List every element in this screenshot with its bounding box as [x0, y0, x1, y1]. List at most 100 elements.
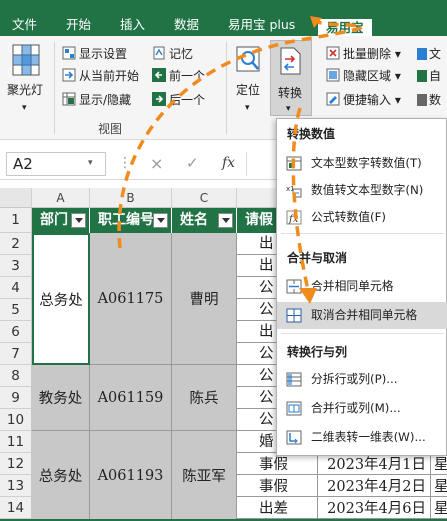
merged-cell-name[interactable]: 曹明 — [172, 233, 237, 365]
prev-button[interactable]: 前一个 — [152, 68, 205, 84]
filter-dropdown-icon[interactable] — [218, 213, 233, 228]
weekday-cell[interactable]: 星 — [431, 497, 447, 519]
select-all-corner[interactable] — [0, 188, 32, 208]
row-header[interactable]: 10 — [0, 409, 32, 431]
row-header[interactable]: 7 — [0, 343, 32, 365]
spotlight-chevron-icon[interactable]: ▾ — [22, 100, 27, 116]
text-tool-button[interactable]: 文 — [417, 46, 441, 62]
spotlight-icon[interactable] — [12, 44, 40, 76]
column-header-c[interactable]: C — [172, 188, 237, 208]
number-tool-button[interactable]: 数 — [417, 92, 441, 108]
row-header[interactable]: 8 — [0, 365, 32, 387]
tab-insert[interactable]: 插入 — [120, 17, 145, 33]
leave-cell[interactable]: 出 — [237, 255, 277, 277]
date-cell[interactable]: 2023年4月2日 — [318, 475, 431, 497]
row-header[interactable]: 6 — [0, 321, 32, 343]
locate-icon[interactable] — [236, 46, 262, 74]
leave-cell[interactable]: 出 — [237, 233, 277, 255]
weekday-cell[interactable]: 星 — [431, 453, 447, 475]
leave-cell[interactable]: 公 — [237, 387, 277, 409]
menu-label: 分拆行或列(P)... — [311, 372, 398, 386]
locate-chevron-icon[interactable]: ▾ — [245, 100, 250, 116]
menu-item-split-rowcol[interactable]: 分拆行或列(P)... — [277, 366, 447, 393]
ribbon-separator — [226, 42, 227, 134]
row-header[interactable]: 2 — [0, 233, 32, 255]
leave-cell[interactable]: 公 — [237, 343, 277, 365]
merged-cell-id[interactable]: A061159 — [90, 365, 172, 431]
from-current-button[interactable]: 从当前开始 — [62, 68, 139, 84]
tab-easy-tool[interactable]: 易用宝 — [318, 19, 372, 36]
weekday-cell[interactable]: 星 — [431, 475, 447, 497]
fx-icon[interactable]: fx — [222, 155, 235, 171]
leave-cell[interactable]: 公 — [237, 409, 277, 431]
column-header-a[interactable]: A — [32, 188, 90, 208]
row-header[interactable]: 12 — [0, 453, 32, 475]
svg-text:fx: fx — [288, 214, 299, 225]
row-header[interactable]: 13 — [0, 475, 32, 497]
display-settings-button[interactable]: 显示设置 — [62, 46, 127, 62]
menu-item-number-to-text[interactable]: x1 数值转文本型数字(N) — [277, 177, 447, 204]
filter-dropdown-icon[interactable] — [71, 213, 86, 228]
quick-input-button[interactable]: 便捷输入 ▾ — [326, 92, 401, 108]
leave-cell[interactable]: 公 — [237, 365, 277, 387]
row-header[interactable]: 11 — [0, 431, 32, 453]
leave-cell[interactable]: 婚 — [237, 431, 277, 453]
next-label: 后一个 — [169, 93, 206, 107]
merged-cell-name[interactable]: 陈亚军 — [172, 431, 237, 521]
row-header[interactable]: 3 — [0, 255, 32, 277]
merged-cell-dept[interactable]: 总务处 — [32, 233, 90, 365]
header-cell-leave[interactable]: 请假 — [237, 208, 277, 233]
menu-item-formula-to-value[interactable]: fx 公式转数值(F) — [277, 204, 447, 231]
row-header[interactable]: 9 — [0, 387, 32, 409]
menu-item-unmerge-same[interactable]: 取消合并相同单元格 — [277, 302, 447, 329]
menu-item-merge-rowcol[interactable]: 合并行或列(M)... — [277, 395, 447, 422]
row-header[interactable]: 5 — [0, 299, 32, 321]
row-header[interactable]: 14 — [0, 497, 32, 519]
cancel-icon[interactable]: × — [150, 154, 163, 173]
enter-icon[interactable]: ✓ — [186, 154, 199, 172]
settings-grid-icon — [62, 46, 76, 60]
next-button[interactable]: 后一个 — [152, 92, 205, 108]
auto-tool-button[interactable]: 自 — [417, 68, 441, 84]
tab-plus[interactable]: 易用宝 plus — [228, 17, 295, 33]
spotlight-button[interactable]: 聚光灯 — [7, 82, 43, 98]
batch-delete-button[interactable]: 批量删除 ▾ — [326, 46, 401, 62]
hide-area-button[interactable]: 隐藏区域 ▾ — [326, 68, 401, 84]
header-cell-name[interactable]: 姓名 — [172, 208, 237, 233]
leave-cell[interactable]: 出 — [237, 321, 277, 343]
menu-item-table-convert[interactable]: 二维表转一维表(W)... — [277, 424, 447, 451]
header-cell-id[interactable]: 职工编号 — [90, 208, 172, 233]
merged-cell-id[interactable]: A061175 — [90, 233, 172, 365]
merged-cell-dept[interactable]: 总务处 — [32, 431, 90, 521]
menu-item-merge-same[interactable]: 合并相同单元格 — [277, 273, 447, 300]
hide-area-icon — [326, 68, 340, 82]
merged-cell-dept[interactable]: 教务处 — [32, 365, 90, 431]
name-box-dropdown-icon[interactable]: ▾ — [88, 158, 93, 168]
number-to-text-icon: x1 — [286, 185, 302, 198]
leave-cell[interactable]: 公 — [237, 299, 277, 321]
tab-home[interactable]: 开始 — [66, 17, 91, 33]
merged-cell-name[interactable]: 陈兵 — [172, 365, 237, 431]
column-header-b[interactable]: B — [90, 188, 172, 208]
convert-dropdown-menu: 转换数值 文本型数字转数值(T) x1 数值转文本型数字(N) fx 公式转数值… — [276, 118, 447, 456]
filter-dropdown-icon[interactable] — [153, 213, 168, 228]
leave-cell[interactable]: 事假 — [237, 453, 318, 475]
menu-item-text-to-number[interactable]: 文本型数字转数值(T) — [277, 150, 447, 177]
date-cell[interactable]: 2023年4月1日 — [318, 453, 431, 475]
locate-button[interactable]: 定位 — [236, 82, 260, 98]
row-header[interactable]: 1 — [0, 208, 32, 233]
leave-cell[interactable]: 公 — [237, 277, 277, 299]
leave-cell[interactable]: 事假 — [237, 475, 318, 497]
row-header[interactable]: 4 — [0, 277, 32, 299]
memory-button[interactable]: 记忆 — [152, 46, 193, 62]
leave-cell[interactable]: 出差 — [237, 497, 318, 519]
date-cell[interactable]: 2023年4月6日 — [318, 497, 431, 519]
tab-file[interactable]: 文件 — [12, 17, 37, 33]
header-cell-dept[interactable]: 部门 — [32, 208, 90, 233]
menu-label: 取消合并相同单元格 — [311, 308, 418, 322]
tab-data[interactable]: 数据 — [174, 17, 199, 33]
show-hide-button[interactable]: 显示/隐藏 — [62, 92, 131, 108]
memory-icon — [153, 46, 165, 60]
merged-cell-id[interactable]: A061193 — [90, 431, 172, 521]
convert-button[interactable]: 转换 ▾ — [270, 40, 312, 116]
